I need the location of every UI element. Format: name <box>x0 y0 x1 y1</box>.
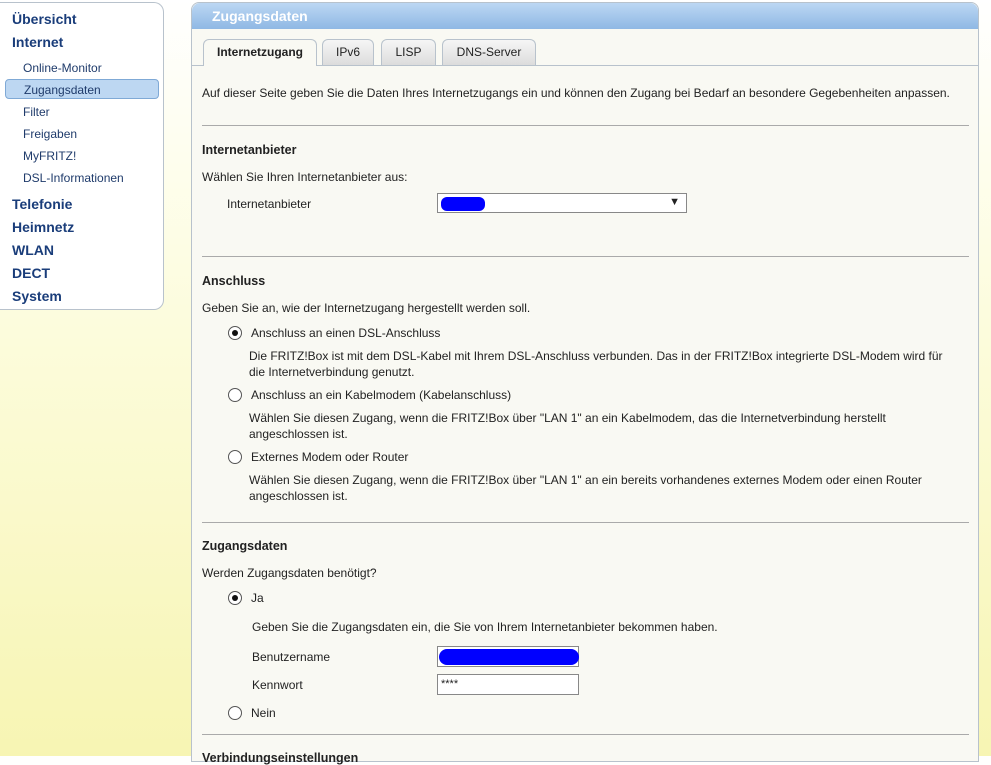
nav-myfritz[interactable]: MyFRITZ! <box>23 149 76 163</box>
nav-online-monitor[interactable]: Online-Monitor <box>23 61 102 75</box>
redacted-username-value <box>439 649 579 665</box>
provider-label: Internetanbieter <box>227 197 312 211</box>
sidebar-nav: Übersicht Internet Online-Monitor Zugang… <box>0 2 164 310</box>
username-label: Benutzername <box>252 650 331 664</box>
username-input[interactable] <box>437 646 579 667</box>
nav-telefonie[interactable]: Telefonie <box>12 196 72 212</box>
credentials-yes-label[interactable]: Ja <box>251 591 264 605</box>
radio-credentials-no[interactable] <box>228 706 242 720</box>
radio-credentials-yes[interactable] <box>228 591 242 605</box>
redacted-provider-value <box>441 197 485 211</box>
radio-external-modem[interactable] <box>228 450 242 464</box>
password-input[interactable]: **** <box>437 674 579 695</box>
section-title-provider: Internetanbieter <box>202 143 297 157</box>
nav-internet[interactable]: Internet <box>12 34 63 50</box>
option-dsl-label[interactable]: Anschluss an einen DSL-Anschluss <box>251 326 440 340</box>
divider <box>202 522 969 523</box>
tab-ipv6[interactable]: IPv6 <box>322 39 374 65</box>
divider <box>202 734 969 735</box>
divider <box>202 125 969 126</box>
nav-filter[interactable]: Filter <box>23 105 50 119</box>
tab-internetzugang[interactable]: Internetzugang <box>203 39 317 66</box>
provider-select[interactable]: ▼ <box>437 193 687 213</box>
intro-text: Auf dieser Seite geben Sie die Daten Ihr… <box>202 86 950 100</box>
option-cable-label[interactable]: Anschluss an ein Kabelmodem (Kabelanschl… <box>251 388 511 402</box>
section-title-credentials: Zugangsdaten <box>202 539 288 553</box>
nav-uebersicht[interactable]: Übersicht <box>12 11 77 27</box>
connection-prompt: Geben Sie an, wie der Internetzugang her… <box>202 301 531 315</box>
credentials-hint: Geben Sie die Zugangsdaten ein, die Sie … <box>252 620 718 634</box>
section-title-connection-settings: Verbindungseinstellungen <box>202 751 359 765</box>
credentials-no-label[interactable]: Nein <box>251 706 276 720</box>
nav-freigaben[interactable]: Freigaben <box>23 127 77 141</box>
nav-dect[interactable]: DECT <box>12 265 50 281</box>
password-label: Kennwort <box>252 678 303 692</box>
nav-zugangsdaten[interactable]: Zugangsdaten <box>5 79 159 99</box>
tab-bar: Internetzugang IPv6 LISP DNS-Server <box>192 39 978 66</box>
nav-wlan[interactable]: WLAN <box>12 242 54 258</box>
nav-heimnetz[interactable]: Heimnetz <box>12 219 74 235</box>
radio-dsl[interactable] <box>228 326 242 340</box>
provider-prompt: Wählen Sie Ihren Internetanbieter aus: <box>202 170 408 184</box>
option-external-desc: Wählen Sie diesen Zugang, wenn die FRITZ… <box>249 473 922 503</box>
credentials-prompt: Werden Zugangsdaten benötigt? <box>202 566 377 580</box>
chevron-down-icon: ▼ <box>669 196 680 208</box>
nav-system[interactable]: System <box>12 288 62 304</box>
option-external-label[interactable]: Externes Modem oder Router <box>251 450 408 464</box>
nav-dsl-informationen[interactable]: DSL-Informationen <box>23 171 124 185</box>
page-title: Zugangsdaten <box>192 3 978 29</box>
option-cable-desc: Wählen Sie diesen Zugang, wenn die FRITZ… <box>249 411 886 441</box>
main-panel: Zugangsdaten Internetzugang IPv6 LISP DN… <box>191 2 979 765</box>
radio-cable[interactable] <box>228 388 242 402</box>
divider <box>202 256 969 257</box>
option-dsl-desc: Die FRITZ!Box ist mit dem DSL-Kabel mit … <box>249 349 943 379</box>
section-title-connection: Anschluss <box>202 274 266 288</box>
tab-dns-server[interactable]: DNS-Server <box>442 39 536 65</box>
tab-lisp[interactable]: LISP <box>381 39 436 65</box>
